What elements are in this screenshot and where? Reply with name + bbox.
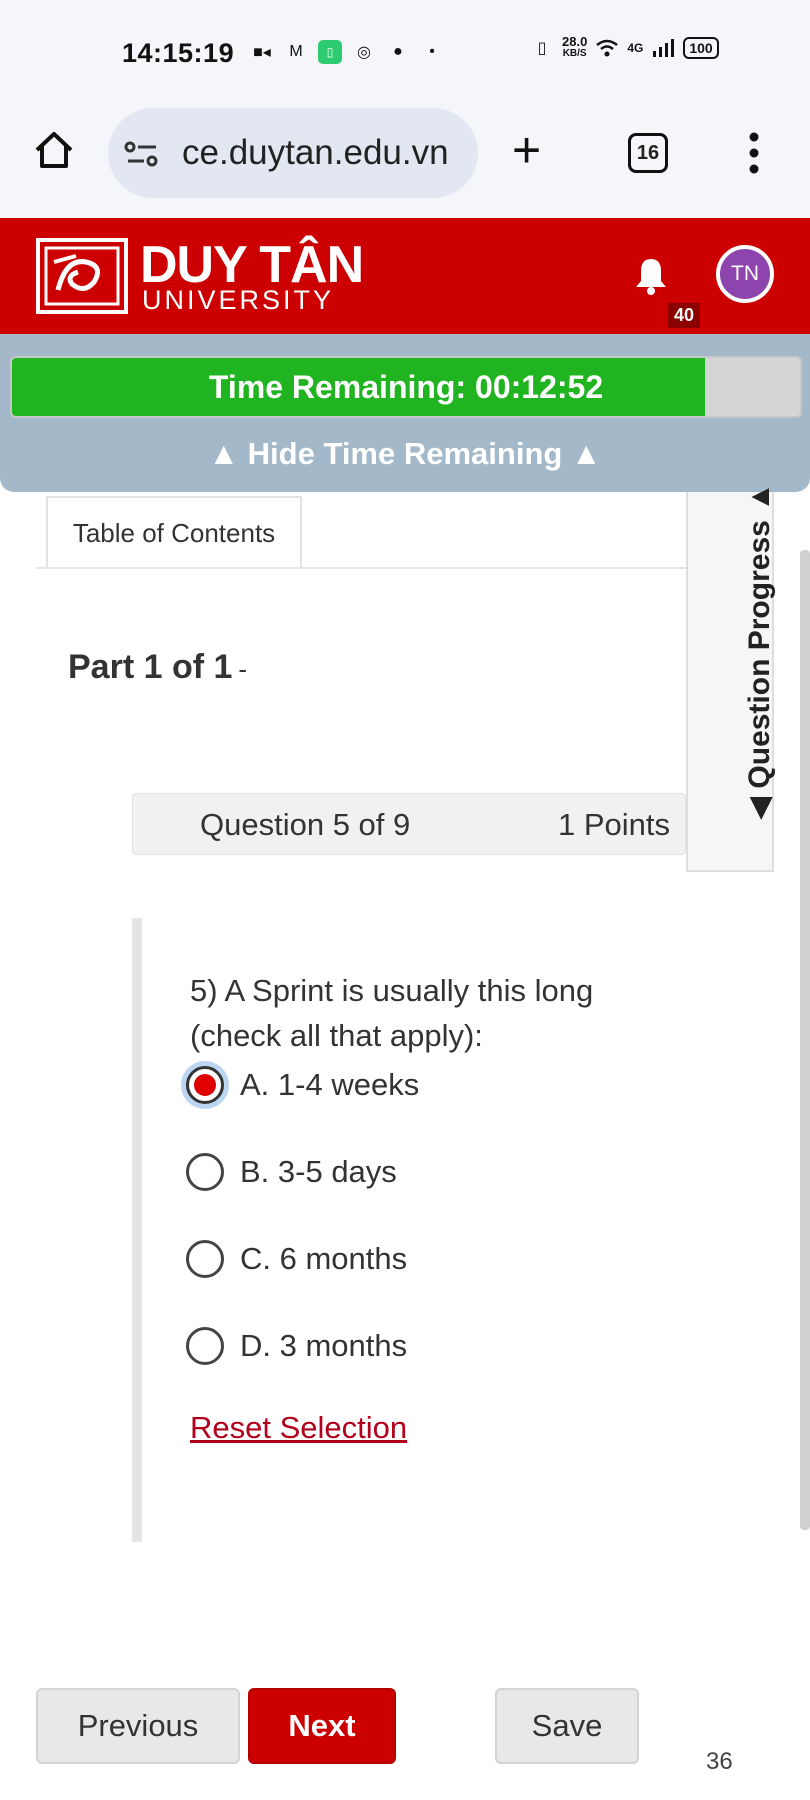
question-left-border — [132, 918, 142, 1542]
previous-button[interactable]: Previous — [36, 1688, 240, 1764]
question-progress-label[interactable]: ◀ Question Progress ▲ — [742, 482, 777, 820]
logo-subtext: UNIVERSITY — [142, 285, 335, 315]
gmail-icon: M — [289, 43, 303, 60]
time-remaining-label: Time Remaining: 00:12:52 — [208, 369, 604, 405]
home-icon[interactable] — [32, 128, 76, 172]
wifi-icon — [595, 36, 619, 60]
network-speed-unit: KB/S — [562, 48, 587, 59]
answer-option-b[interactable]: B. 3-5 days — [186, 1150, 397, 1194]
messenger-icon: ● — [393, 43, 403, 60]
instagram-icon: ◎ — [357, 44, 371, 61]
answer-option-d[interactable]: D. 3 months — [186, 1324, 407, 1368]
radio-button-b[interactable] — [186, 1153, 224, 1191]
next-button[interactable]: Next — [248, 1688, 396, 1764]
network-speed-value: 28.0 — [562, 34, 588, 49]
status-system-icons: ▯ 28.0 KB/S 4G 100 — [530, 34, 719, 60]
vibrate-icon: ▯ — [537, 40, 547, 57]
user-avatar[interactable]: TN — [716, 245, 774, 303]
new-tab-icon[interactable]: + — [512, 125, 541, 175]
signal-icon — [651, 36, 675, 60]
tab-switcher-button[interactable]: 16 — [628, 133, 668, 173]
browser-menu-icon[interactable] — [744, 132, 764, 174]
hide-time-remaining-toggle[interactable]: ▲ Hide Time Remaining ▲ — [0, 436, 810, 472]
status-notification-icons: ■◂ M ▯ ◎ ● • — [250, 40, 444, 64]
network-speed: 28.0 KB/S — [562, 34, 588, 60]
answer-option-label[interactable]: B. 3-5 days — [240, 1154, 397, 1190]
battery-indicator: 100 — [683, 37, 719, 59]
radio-button-d[interactable] — [186, 1327, 224, 1365]
question-points: 1 Points — [558, 807, 671, 842]
radio-button-a[interactable] — [186, 1066, 224, 1104]
answer-option-label[interactable]: A. 1-4 weeks — [240, 1067, 419, 1103]
answer-option-c[interactable]: C. 6 months — [186, 1237, 407, 1281]
answer-option-a[interactable]: A. 1-4 weeks — [186, 1063, 419, 1107]
reset-selection-link[interactable]: Reset Selection — [190, 1410, 407, 1446]
answer-option-label[interactable]: C. 6 months — [240, 1241, 407, 1277]
part-title-suffix: - — [238, 654, 248, 684]
tab-table-of-contents[interactable]: Table of Contents — [46, 496, 302, 568]
status-time: 14:15:19 — [122, 38, 235, 68]
question-text: 5) A Sprint is usually this long (check … — [190, 973, 594, 1053]
url-text[interactable]: ce.duytan.edu.vn — [182, 133, 449, 173]
save-button[interactable]: Save — [495, 1688, 639, 1764]
site-settings-icon[interactable] — [124, 140, 160, 168]
answer-option-label[interactable]: D. 3 months — [240, 1328, 407, 1364]
video-camera-icon: ■◂ — [253, 44, 271, 61]
tab-divider — [36, 567, 686, 569]
radio-button-c[interactable] — [186, 1240, 224, 1278]
question-number: Question 5 of 9 — [200, 807, 411, 842]
app-notification-icon: ▯ — [318, 40, 342, 64]
network-type: 4G — [627, 41, 644, 55]
duytan-logo-icon[interactable] — [36, 238, 128, 314]
page-scrollbar[interactable] — [800, 550, 810, 1530]
page-number: 36 — [706, 1748, 733, 1775]
bell-icon[interactable] — [633, 255, 669, 295]
part-title-text: Part 1 of 1 — [68, 648, 233, 686]
notification-count-badge[interactable]: 40 — [668, 303, 701, 328]
part-title: Part 1 of 1- — [68, 648, 247, 687]
more-dot-icon: • — [429, 43, 435, 60]
